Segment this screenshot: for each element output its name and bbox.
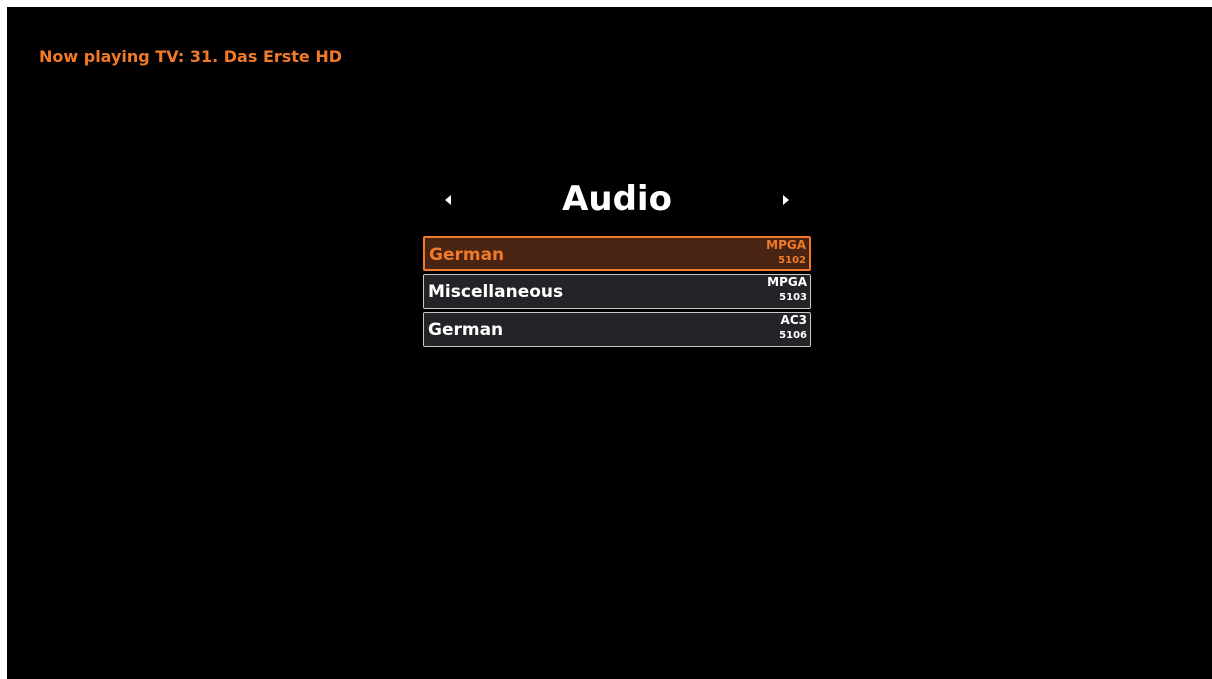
track-language: Miscellaneous [428,282,564,302]
triangle-right-icon[interactable] [783,195,789,205]
track-language: German [428,320,504,340]
tv-screen: Now playing TV: 31. Das Erste HD Audio G… [7,7,1212,679]
audio-track-row[interactable]: German AC3 5106 [423,312,811,347]
track-pid: 5102 [778,255,806,266]
now-playing-label: Now playing TV: 31. Das Erste HD [39,47,343,66]
menu-title: Audio [562,179,672,219]
audio-track-row-selected[interactable]: German MPGA 5102 [423,236,811,271]
track-language: German [429,245,505,265]
audio-menu-header: Audio [423,177,811,225]
track-codec: MPGA [767,275,807,289]
audio-track-list: German MPGA 5102 Miscellaneous MPGA 5103… [423,236,811,350]
track-pid: 5106 [779,330,807,341]
track-pid: 5103 [779,292,807,303]
track-codec: AC3 [780,313,807,327]
audio-track-row[interactable]: Miscellaneous MPGA 5103 [423,274,811,309]
track-codec: MPGA [766,238,806,252]
